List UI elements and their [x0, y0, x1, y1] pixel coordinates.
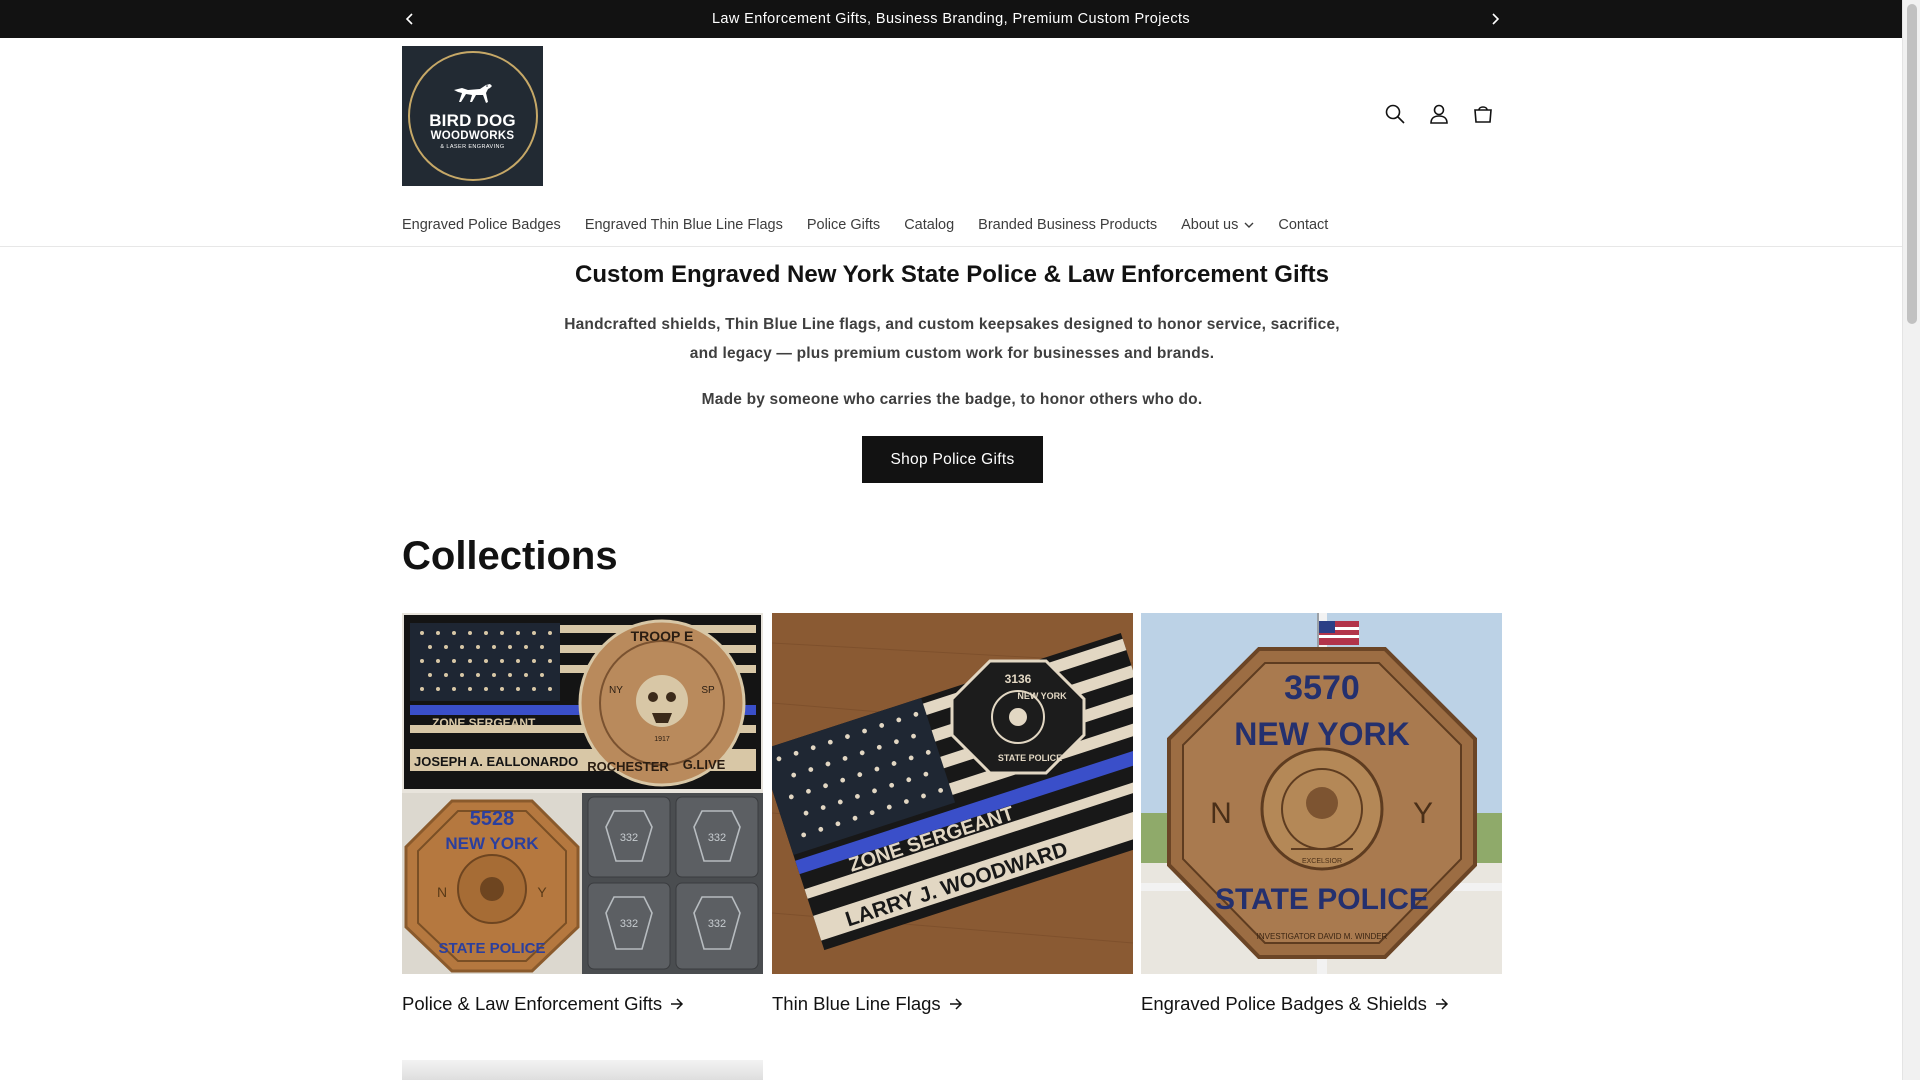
- emblem-right: SP: [701, 685, 715, 696]
- nav-item-police-gifts[interactable]: Police Gifts: [807, 214, 880, 236]
- announcement-bar: Law Enforcement Gifts, Business Branding…: [0, 0, 1902, 38]
- shop-police-gifts-button[interactable]: Shop Police Gifts: [862, 436, 1043, 483]
- arrow-right-icon: [949, 998, 963, 1010]
- badge2-top: NEW YORK: [1017, 691, 1067, 701]
- shield1-right: Y: [537, 884, 547, 900]
- coaster2-number: 332: [708, 832, 726, 844]
- arrow-right-icon: [1435, 998, 1449, 1010]
- shield1-left: N: [437, 884, 447, 900]
- collection-link-thin-blue-line-flags[interactable]: Thin Blue Line Flags: [772, 991, 1133, 1017]
- shield1-arc-top: NEW YORK: [445, 834, 539, 853]
- badge3-left: N: [1210, 797, 1232, 830]
- hero-tagline: Made by someone who carries the badge, t…: [701, 391, 1203, 408]
- logo-text-line3: & LASER ENGRAVING: [440, 144, 505, 150]
- collection-card-next-row-image[interactable]: [402, 1060, 763, 1080]
- logo-text-line1: BIRD DOG: [429, 111, 516, 130]
- flag1-line1: ZONE SERGEANT: [432, 716, 536, 730]
- collection-image-thin-blue-line-flags[interactable]: ZONE SERGEANT LARRY J. WOODWARD 3136 NEW…: [772, 613, 1133, 974]
- emblem-left: NY: [609, 685, 623, 696]
- emblem-top: TROOP E: [631, 628, 694, 644]
- scrollbar-thumb[interactable]: [1907, 4, 1917, 324]
- badge3-arc-bottom: STATE POLICE: [1215, 883, 1429, 916]
- collection-image-engraved-badges[interactable]: 3570 NEW YORK STATE POLICE N Y EXCELSIOR…: [1141, 613, 1502, 974]
- collection-label: Police & Law Enforcement Gifts: [402, 993, 663, 1014]
- main-nav: Engraved Police Badges Engraved Thin Blu…: [402, 214, 1352, 236]
- announcement-text[interactable]: Law Enforcement Gifts, Business Branding…: [712, 11, 1190, 27]
- collection-image-police-gifts[interactable]: ZONE SERGEANT JOSEPH A. EALLONARDO TROOP…: [402, 613, 763, 974]
- logo-text-line2: WOODWORKS: [430, 130, 515, 142]
- chevron-right-icon[interactable]: [1485, 9, 1505, 29]
- badge2-bottom: STATE POLICE: [998, 753, 1062, 763]
- search-icon[interactable]: [1382, 101, 1408, 127]
- collection-link-engraved-badges[interactable]: Engraved Police Badges & Shields: [1141, 991, 1502, 1017]
- nav-item-engraved-police-badges[interactable]: Engraved Police Badges: [402, 214, 561, 236]
- nav-item-branded-business-products[interactable]: Branded Business Products: [978, 214, 1157, 236]
- emblem-bottom-left: ROCHESTER: [587, 759, 669, 774]
- page-scrollbar[interactable]: [1902, 0, 1920, 1080]
- nav-divider: [0, 246, 1902, 247]
- hero-title: Custom Engraved New York State Police & …: [575, 261, 1329, 288]
- badge3-bottom: INVESTIGATOR DAVID M. WINDER: [1257, 932, 1388, 941]
- coaster4-number: 332: [708, 918, 726, 930]
- badge2-number: 3136: [1005, 672, 1032, 686]
- chevron-left-icon[interactable]: [400, 9, 420, 29]
- cart-icon[interactable]: [1470, 101, 1496, 127]
- collection-link-police-gifts[interactable]: Police & Law Enforcement Gifts: [402, 991, 763, 1017]
- coaster3-number: 332: [620, 918, 638, 930]
- coaster1-number: 332: [620, 832, 638, 844]
- header-icons: [1382, 101, 1496, 127]
- nav-item-about-us[interactable]: About us: [1181, 214, 1254, 236]
- emblem-year: 1917: [654, 736, 670, 743]
- collection-card-engraved-badges[interactable]: 3570 NEW YORK STATE POLICE N Y EXCELSIOR…: [1141, 613, 1502, 1017]
- collection-label: Engraved Police Badges & Shields: [1141, 993, 1427, 1014]
- hero-subtitle: Handcrafted shields, Thin Blue Line flag…: [564, 316, 1340, 362]
- arrow-right-icon: [670, 998, 684, 1010]
- nav-item-engraved-thin-blue-line-flags[interactable]: Engraved Thin Blue Line Flags: [585, 214, 783, 236]
- flag1-line2: JOSEPH A. EALLONARDO: [414, 754, 578, 769]
- nav-item-about-us-label: About us: [1181, 217, 1239, 233]
- collections-title: Collections: [402, 534, 618, 578]
- account-icon[interactable]: [1426, 101, 1452, 127]
- badge3-number: 3570: [1284, 669, 1360, 707]
- site-logo[interactable]: BIRD DOG WOODWORKS & LASER ENGRAVING: [402, 46, 543, 186]
- chevron-down-icon: [1244, 222, 1254, 229]
- bird-dog-icon: [453, 84, 492, 103]
- badge3-motto: EXCELSIOR: [1302, 858, 1342, 865]
- collection-label: Thin Blue Line Flags: [772, 993, 941, 1014]
- nav-item-catalog[interactable]: Catalog: [904, 214, 954, 236]
- collection-card-thin-blue-line-flags[interactable]: ZONE SERGEANT LARRY J. WOODWARD 3136 NEW…: [772, 613, 1133, 1017]
- badge3-right: Y: [1413, 797, 1433, 830]
- emblem-bottom-right: G.LIVE: [683, 757, 726, 772]
- shield1-arc-bottom: STATE POLICE: [439, 940, 546, 957]
- nav-item-contact[interactable]: Contact: [1278, 214, 1328, 236]
- logo-ring: BIRD DOG WOODWORKS & LASER ENGRAVING: [407, 51, 538, 181]
- badge3-arc-top: NEW YORK: [1234, 716, 1409, 752]
- shield1-number: 5528: [470, 808, 515, 830]
- collection-card-police-gifts[interactable]: ZONE SERGEANT JOSEPH A. EALLONARDO TROOP…: [402, 613, 763, 1017]
